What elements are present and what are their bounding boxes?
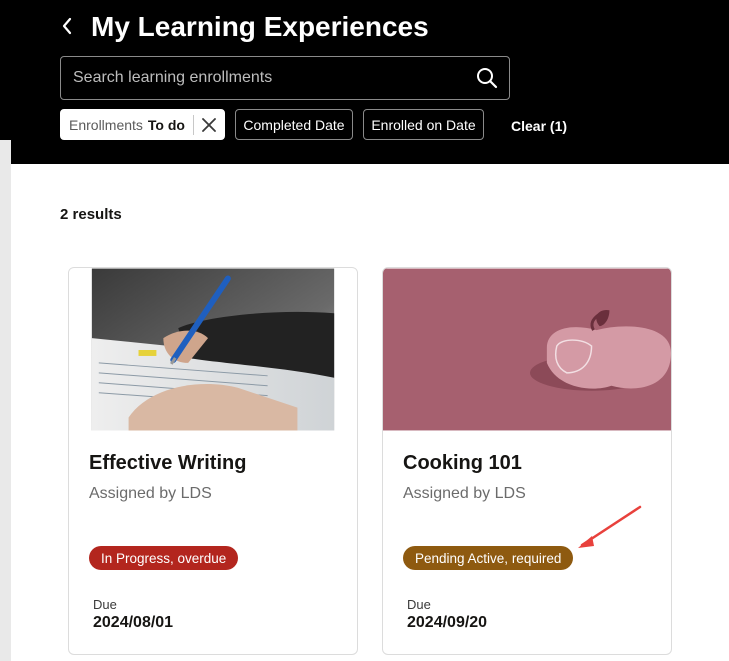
close-icon: [202, 117, 216, 132]
status-badge: Pending Active, required: [403, 546, 574, 570]
learning-card[interactable]: Effective Writing Assigned by LDS In Pro…: [68, 267, 358, 655]
card-assigned-by: Assigned by LDS: [403, 485, 526, 502]
chevron-left-icon: [62, 17, 72, 35]
status-badge: In Progress, overdue: [89, 546, 239, 570]
card-assigned-by: Assigned by LDS: [89, 485, 212, 502]
due-label: Due: [93, 597, 117, 612]
filter-chip-enrolled-on-date[interactable]: Enrolled on Date: [363, 109, 484, 140]
apple-illustration: [383, 268, 671, 431]
search-input[interactable]: [61, 57, 465, 99]
card-title: Effective Writing: [89, 452, 247, 474]
learning-card[interactable]: Cooking 101 Assigned by LDS Pending Acti…: [382, 267, 672, 655]
back-button[interactable]: [56, 12, 78, 40]
card-title: Cooking 101: [403, 452, 522, 474]
filter-chip-clear-button[interactable]: [194, 110, 224, 139]
filter-chip-enrollments[interactable]: Enrollments To do: [60, 109, 225, 140]
side-panel-edge: [0, 140, 11, 661]
page-title: My Learning Experiences: [91, 11, 429, 42]
clear-filters-button[interactable]: Clear (1): [511, 118, 567, 134]
search-icon: [477, 68, 498, 89]
page-header: My Learning Experiences Enrollments To d…: [0, 0, 729, 164]
due-date: 2024/08/01: [93, 614, 174, 631]
filter-chip-label: Enrollments: [69, 116, 143, 133]
filter-chip-value: To do: [147, 116, 185, 133]
due-date: 2024/09/20: [407, 614, 488, 631]
search-button[interactable]: [465, 57, 509, 99]
search-box: [60, 56, 510, 100]
results-count: 2 results: [60, 206, 122, 223]
due-label: Due: [407, 597, 431, 612]
writing-photo: [69, 268, 357, 431]
filter-chip-completed-date[interactable]: Completed Date: [235, 109, 353, 140]
